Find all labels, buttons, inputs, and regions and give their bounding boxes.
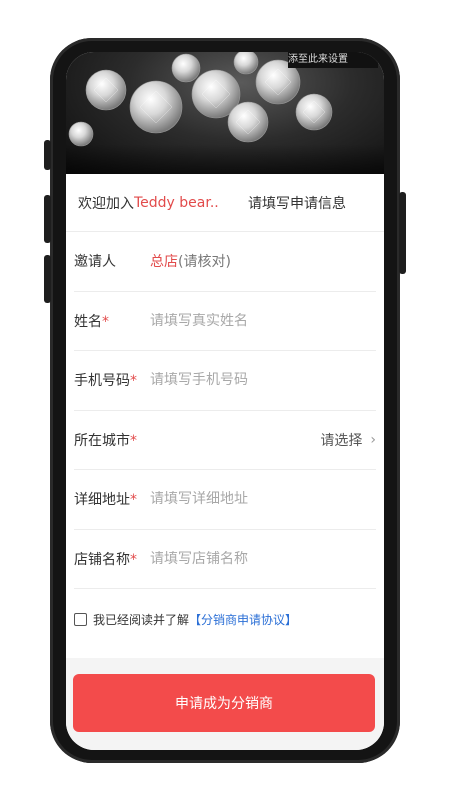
store-label: 店铺名称* (74, 551, 137, 568)
welcome-prefix: 欢迎加入 (78, 195, 134, 212)
apply-distributor-button[interactable]: 申请成为分销商 (73, 674, 375, 732)
application-form: 欢迎加入 Teddy bear... 请填写申请信息 邀请人 总店 (请核对) … (66, 174, 384, 649)
mute-switch (44, 140, 51, 170)
chevron-right-icon: › (370, 431, 376, 448)
city-select[interactable]: 请选择 › (320, 430, 376, 450)
phone-label: 手机号码* (74, 373, 137, 390)
name-label: 姓名* (74, 313, 109, 330)
inviter-value: 总店 (150, 254, 178, 271)
welcome-header: 欢迎加入 Teddy bear... 请填写申请信息 (66, 174, 384, 232)
city-row[interactable]: 所在城市* 请选择 › (74, 411, 376, 470)
brand-name: Teddy bear... (134, 194, 218, 211)
agreement-checkbox[interactable] (74, 612, 87, 626)
app-screen: 添至此来设置 欢迎加入 Teddy bear... 请填写申请信息 邀请人 总店… (66, 52, 384, 750)
city-select-text: 请选择 (320, 432, 363, 449)
volume-down-button (44, 255, 51, 303)
name-row: 姓名* (74, 292, 376, 351)
required-mark: * (130, 492, 137, 509)
store-row: 店铺名称* (74, 530, 376, 589)
banner-fade (66, 144, 384, 174)
agreement-link[interactable]: 【分销商申请协议】 (189, 611, 297, 628)
name-input[interactable] (150, 312, 350, 329)
page-title: 请填写申请信息 (248, 195, 346, 212)
power-button (399, 192, 406, 274)
diamonds-banner (66, 52, 384, 174)
status-bar-text: 添至此来设置 (288, 52, 378, 68)
required-mark: * (130, 551, 137, 568)
store-name-input[interactable] (150, 550, 350, 567)
required-mark: * (130, 373, 137, 390)
inviter-row: 邀请人 总店 (请核对) (74, 232, 376, 292)
city-label: 所在城市* (74, 432, 137, 449)
submit-area: 申请成为分销商 (66, 658, 384, 750)
address-row: 详细地址* (74, 470, 376, 530)
address-label: 详细地址* (74, 492, 137, 509)
required-mark: * (102, 313, 109, 330)
agreement-row: 我已经阅读并了解 【分销商申请协议】 (66, 589, 384, 649)
phone-input[interactable] (150, 372, 350, 389)
address-input[interactable] (150, 491, 350, 508)
inviter-note: (请核对) (178, 254, 231, 271)
inviter-label: 邀请人 (74, 254, 116, 271)
phone-row: 手机号码* (74, 351, 376, 411)
volume-up-button (44, 195, 51, 243)
agreement-text: 我已经阅读并了解 (93, 612, 190, 627)
required-mark: * (130, 432, 137, 449)
